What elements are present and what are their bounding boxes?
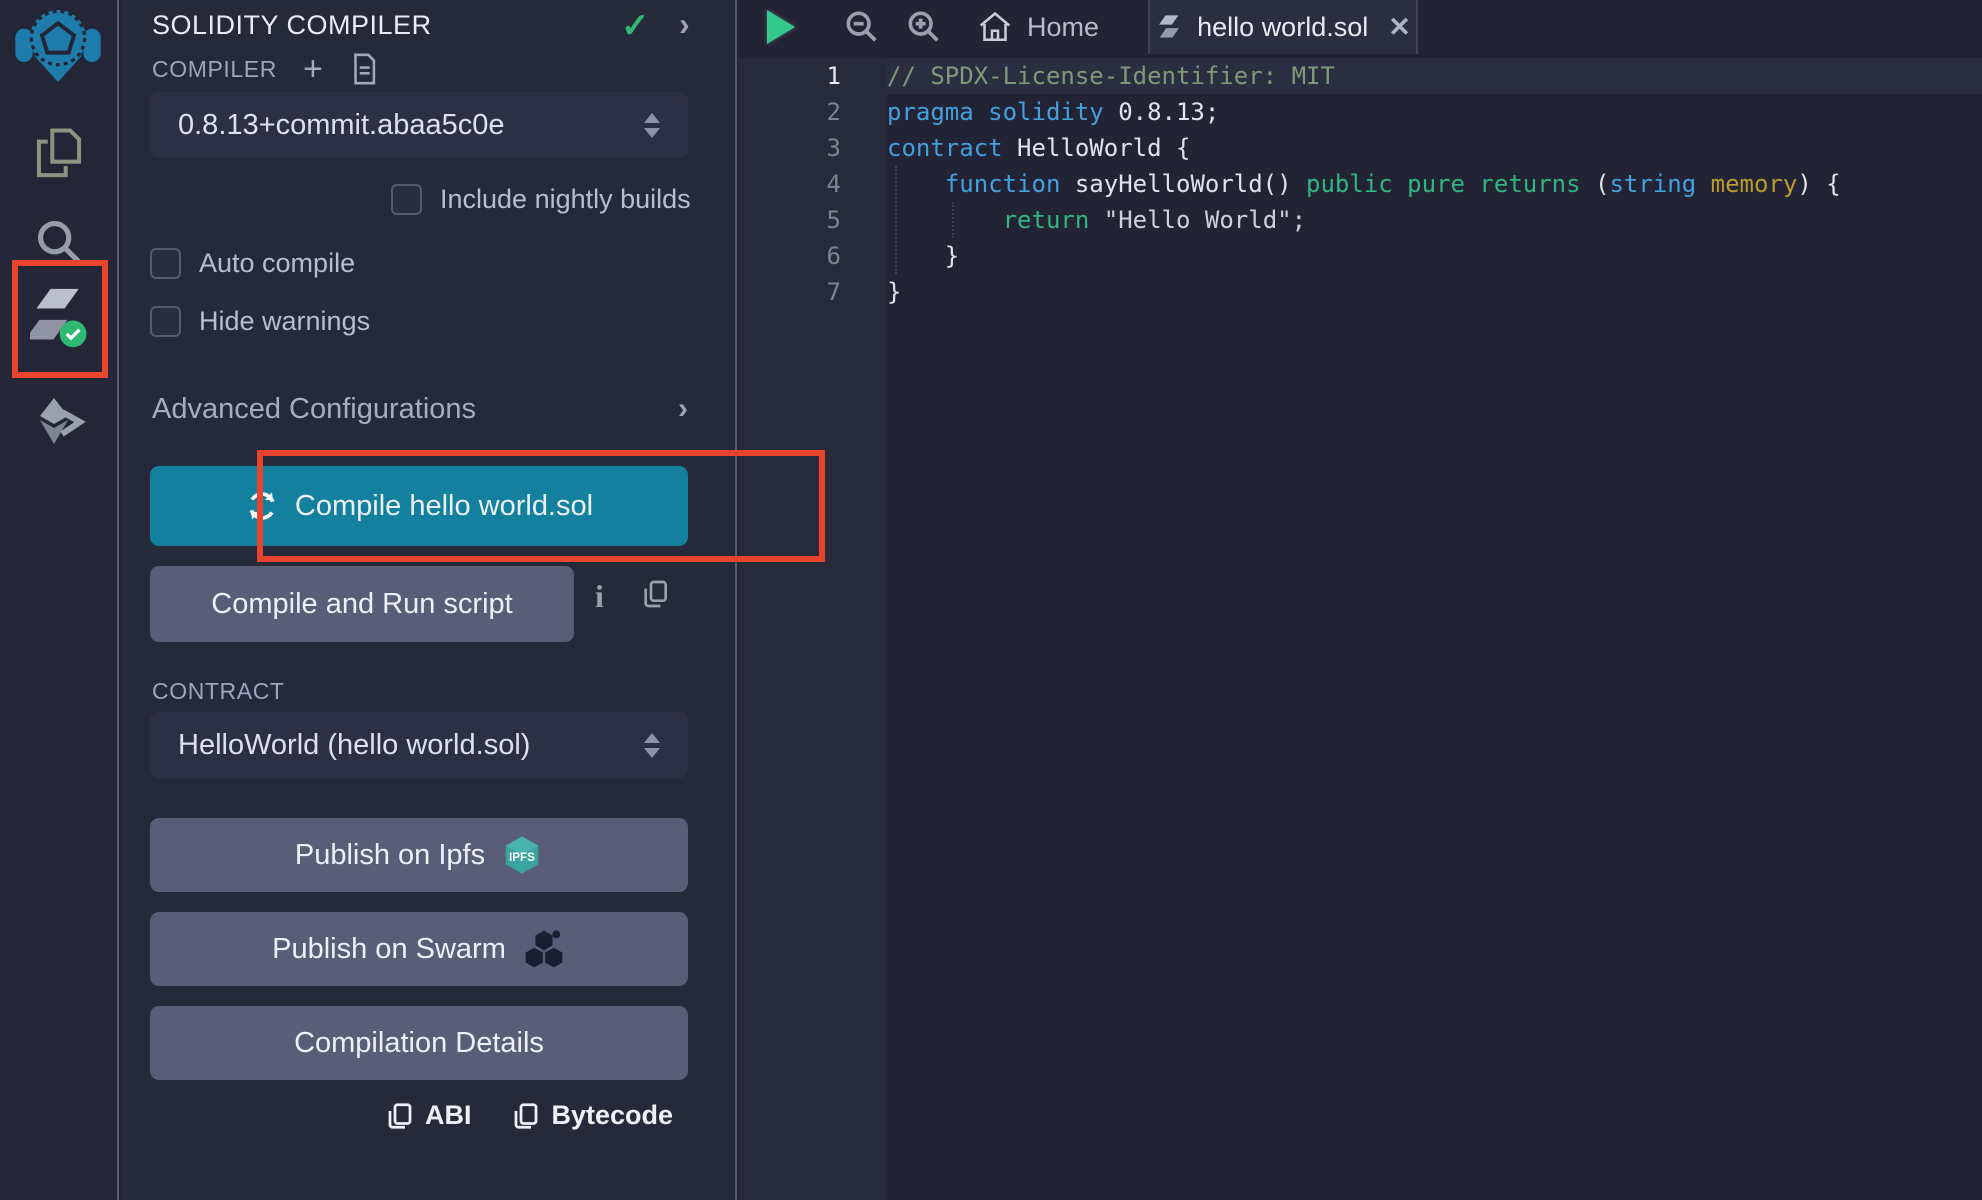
compile-and-run-button[interactable]: Compile and Run script [150,566,574,642]
copy-script-icon[interactable] [639,578,671,610]
tab-active-label: hello world.sol [1197,12,1368,43]
compile-button[interactable]: Compile hello world.sol [150,466,688,546]
select-arrows-icon [644,113,660,138]
compilation-details-button[interactable]: Compilation Details [150,1006,688,1080]
compile-run-label: Compile and Run script [211,588,512,621]
compiler-version-value: 0.8.13+commit.abaa5c0e [178,109,504,142]
line-number: 5 [739,202,887,238]
line-number: 1 [739,58,887,94]
tab-home[interactable]: Home [967,0,1109,54]
compiler-version-select[interactable]: 0.8.13+commit.abaa5c0e [150,92,688,158]
select-arrows-icon [644,733,660,758]
checkbox-box[interactable] [150,306,181,337]
publish-ipfs-button[interactable]: Publish on Ipfs IPFS [150,818,688,892]
code-line[interactable]: pragma solidity 0.8.13; [887,94,1982,130]
swarm-icon [522,927,566,971]
home-icon [977,9,1013,45]
auto-compile-label: Auto compile [199,248,355,279]
line-number: 3 [739,130,887,166]
deploy-run-icon[interactable] [34,396,86,448]
code-line[interactable]: contract HelloWorld { [887,130,1982,166]
abi-label: ABI [425,1100,472,1131]
line-number: 4 [739,166,887,202]
file-explorer-icon[interactable] [32,126,86,184]
svg-text:IPFS: IPFS [509,851,535,864]
code-line[interactable]: function sayHelloWorld() public pure ret… [887,166,1982,202]
contract-select[interactable]: HelloWorld (hello world.sol) [150,712,688,778]
panel-collapse-chevron-icon[interactable]: › [679,6,690,43]
search-icon[interactable] [33,216,85,268]
advanced-configurations-label: Advanced Configurations [152,393,476,426]
code-line[interactable]: } [887,238,1982,274]
copy-bytecode-button[interactable]: Bytecode [511,1100,673,1131]
zoom-out-button[interactable] [842,0,882,54]
refresh-icon [245,489,279,523]
code-lines[interactable]: // SPDX-License-Identifier: MITpragma so… [887,58,1982,310]
code-line[interactable]: } [887,274,1982,310]
solidity-file-icon [1155,13,1183,41]
compiler-section-label: COMPILER [152,56,277,83]
include-nightly-label: Include nightly builds [440,184,691,215]
line-number: 6 [739,238,887,274]
gutter: 1234567 [739,58,887,1200]
editor-area: Home hello world.sol ✕ 1234567 // SPDX-L… [739,0,1982,1200]
remix-logo-icon[interactable] [14,6,102,86]
tab-hello-world-sol[interactable]: hello world.sol ✕ [1148,0,1418,54]
info-icon[interactable]: i [595,578,604,615]
compile-success-check-icon: ✓ [621,6,650,46]
editor-tabbar: Home hello world.sol ✕ [739,0,1982,54]
copy-abi-button[interactable]: ABI [385,1100,472,1131]
contract-select-value: HelloWorld (hello world.sol) [178,729,530,762]
ipfs-icon: IPFS [501,834,543,876]
publish-swarm-label: Publish on Swarm [272,933,506,966]
contract-section-label: CONTRACT [152,678,285,705]
compilation-details-label: Compilation Details [294,1027,544,1060]
checkbox-box[interactable] [391,184,422,215]
panel-title: SOLIDITY COMPILER [152,10,432,41]
zoom-in-button[interactable] [904,0,944,54]
chevron-right-icon: › [678,392,688,426]
include-nightly-checkbox[interactable]: Include nightly builds [391,184,691,215]
code-line[interactable]: // SPDX-License-Identifier: MIT [887,58,1982,94]
play-icon [767,10,795,44]
line-number: 7 [739,274,887,310]
compile-button-label: Compile hello world.sol [295,490,593,523]
publish-swarm-button[interactable]: Publish on Swarm [150,912,688,986]
solidity-compiler-icon[interactable] [30,286,88,348]
hide-warnings-label: Hide warnings [199,306,370,337]
line-number: 2 [739,94,887,130]
compiler-doc-icon[interactable] [349,52,379,86]
code-line[interactable]: return "Hello World"; [887,202,1982,238]
activity-bar [0,0,119,1200]
run-script-play-button[interactable] [767,0,795,54]
hide-warnings-checkbox[interactable]: Hide warnings [150,306,370,337]
advanced-configurations-toggle[interactable]: Advanced Configurations › [152,392,688,426]
auto-compile-checkbox[interactable]: Auto compile [150,248,355,279]
add-compiler-icon[interactable]: + [303,55,323,83]
close-tab-icon[interactable]: ✕ [1388,12,1411,43]
tab-home-label: Home [1027,12,1099,43]
solidity-compiler-panel: SOLIDITY COMPILER ✓ › COMPILER + 0.8.13+… [121,0,737,1200]
publish-ipfs-label: Publish on Ipfs [295,839,485,872]
bytecode-label: Bytecode [551,1100,673,1131]
checkbox-box[interactable] [150,248,181,279]
